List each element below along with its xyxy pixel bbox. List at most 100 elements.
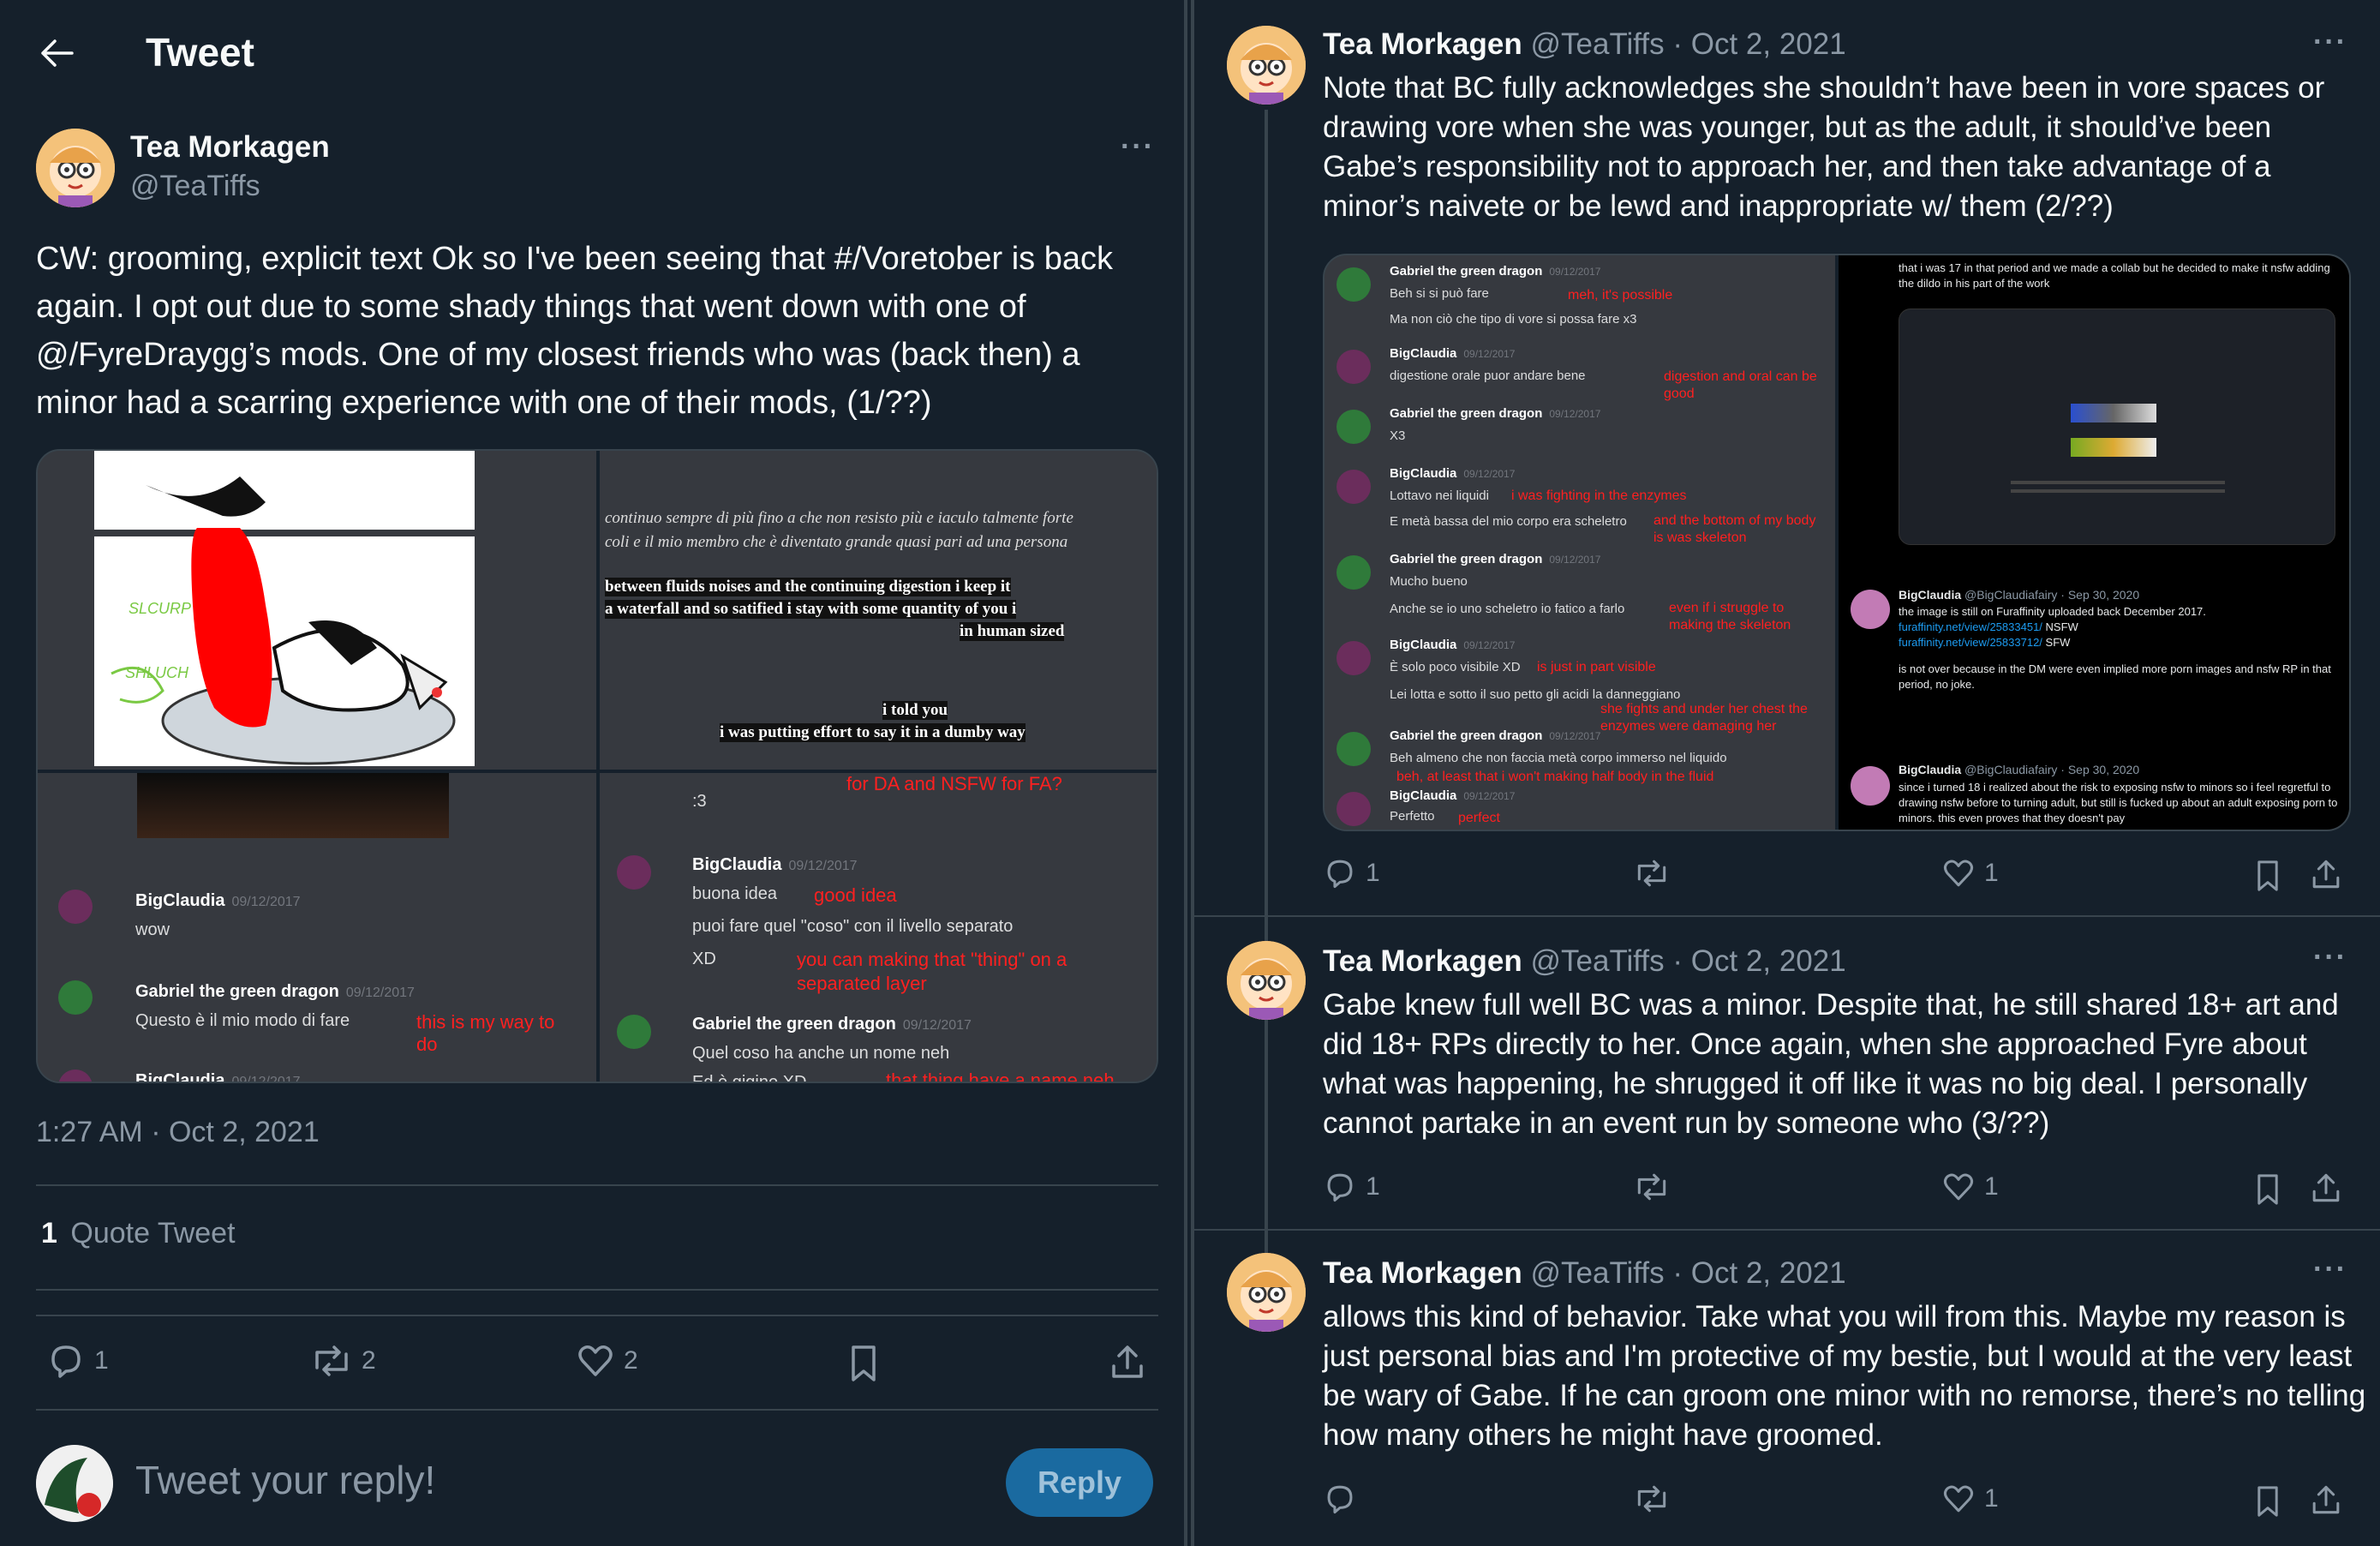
author-name[interactable]: Tea Morkagen: [1323, 1256, 1522, 1290]
divider: [36, 1315, 1158, 1316]
author-name[interactable]: Tea Morkagen: [1323, 944, 1522, 978]
chat-translation: perfect: [1458, 811, 1500, 825]
author-avatar[interactable]: [36, 129, 115, 207]
reply-icon: [1327, 860, 1353, 889]
heart-icon: [1943, 1173, 1974, 1201]
tweet-media-image[interactable]: Gabriel the green dragon 09/12/2017 Beh s…: [1323, 254, 2351, 831]
author-name[interactable]: Tea Morkagen: [130, 130, 330, 165]
caption-line-1: continuo sempre di più fino a che non re…: [605, 509, 1073, 527]
caption-panel: continuo sempre di più fino a che non re…: [600, 451, 1157, 770]
bookmark-icon[interactable]: [846, 1344, 881, 1383]
reply-button[interactable]: 1: [1323, 857, 1380, 890]
tweet-date[interactable]: · Oct 2, 2021: [1672, 27, 1845, 61]
chat-message: buona idea: [692, 884, 777, 903]
bookmark-icon[interactable]: [2253, 859, 2282, 893]
chat-username: Gabriel the green dragon: [1390, 264, 1543, 279]
retweet-icon: [315, 1345, 348, 1376]
chat-translation: for DA and NSFW for FA?: [846, 773, 1062, 794]
reply-icon: [1327, 1485, 1353, 1514]
quote-tweet-count[interactable]: 1 Quote Tweet: [41, 1217, 236, 1250]
author-handle[interactable]: @TeaTiffs: [1530, 944, 1664, 978]
more-options-icon[interactable]: ···: [2313, 26, 2347, 59]
chat-username: Gabriel the green dragon: [1390, 552, 1543, 566]
avatar-face-icon: [1227, 26, 1306, 105]
reply-button-submit[interactable]: Reply: [1006, 1448, 1153, 1517]
author-avatar[interactable]: [1227, 941, 1306, 1020]
chat-message: Anche se io uno scheletro io fatico a fa…: [1390, 602, 1625, 616]
main-tweet-panel: Tweet Tea Morkagen @TeaTiffs ··· CW: gro…: [0, 0, 1187, 1546]
more-options-icon[interactable]: ···: [1121, 130, 1155, 164]
caption-line-6: i told you: [882, 701, 948, 720]
share-icon[interactable]: [2310, 857, 2342, 891]
tweet-timestamp[interactable]: 1:27 AM · Oct 2, 2021: [36, 1116, 320, 1149]
tweet-date[interactable]: · Oct 2, 2021: [1672, 944, 1845, 978]
tweet-media-image[interactable]: SLCURP SHLUCH continuo sempre di più fin…: [36, 449, 1158, 1083]
chat-message: puoi fare quel "coso" con il livello sep…: [692, 917, 1014, 936]
heart-icon: [578, 1345, 613, 1376]
reply-button[interactable]: 1: [1323, 1171, 1380, 1203]
bookmark-icon[interactable]: [2253, 1172, 2282, 1207]
chat-translation: beh, at least that i won't making half b…: [1396, 770, 1714, 784]
embedded-text: the image is still on Furaffinity upload…: [1899, 605, 2206, 618]
heart-icon: [1943, 1485, 1974, 1513]
bookmark-icon[interactable]: [2253, 1484, 2282, 1519]
back-arrow-icon[interactable]: [38, 38, 75, 69]
like-button[interactable]: 2: [576, 1342, 638, 1380]
chat-translation: i was fighting in the enzymes: [1511, 488, 1687, 503]
retweet-button[interactable]: [1633, 1171, 1679, 1203]
thread-panel: Tea Morkagen @TeaTiffs · Oct 2, 2021 ···…: [1191, 0, 2380, 1546]
chat-screenshot: Gabriel the green dragon 09/12/2017 Beh s…: [1325, 255, 1835, 830]
like-button[interactable]: 1: [1941, 1171, 1999, 1203]
divider: [36, 1409, 1158, 1411]
chat-username: BigClaudia: [1390, 466, 1457, 481]
author-name[interactable]: Tea Morkagen: [1323, 27, 1522, 61]
chat-username: BigClaudia: [1390, 346, 1457, 361]
artwork-illustration: SLCURP SHLUCH: [111, 476, 456, 765]
reply-button[interactable]: [1323, 1483, 1366, 1515]
avatar-face-icon: [1227, 941, 1306, 1020]
chat-message: Perfetto: [1390, 809, 1435, 824]
like-button[interactable]: 1: [1941, 1483, 1999, 1515]
chat-username: BigClaudia: [692, 855, 782, 874]
author-avatar[interactable]: [1227, 26, 1306, 105]
embedded-link: furaffinity.net/view/25833712/: [1899, 636, 2042, 649]
chat-message: XD: [692, 950, 716, 968]
embedded-text: is not over because in the DM were even …: [1899, 662, 2331, 691]
tweet-text: CW: grooming, explicit text Ok so I've b…: [36, 241, 1113, 421]
more-options-icon[interactable]: ···: [2313, 941, 2347, 974]
heart-icon: [1943, 860, 1974, 887]
thread-connector: [1265, 110, 1268, 1277]
chat-message: digestione orale puor andare bene: [1390, 369, 1586, 383]
embedded-text: since i turned 18 i realized about the r…: [1899, 781, 2338, 824]
retweet-button[interactable]: [1633, 857, 1679, 890]
share-icon[interactable]: [2310, 1483, 2342, 1517]
like-button[interactable]: 1: [1941, 857, 1999, 890]
retweet-button[interactable]: [1633, 1483, 1679, 1515]
user-avatar[interactable]: [36, 1445, 113, 1522]
retweet-button[interactable]: 2: [310, 1342, 376, 1380]
embedded-handle: @BigClaudiafairy · Sep 30, 2020: [1964, 763, 2140, 776]
chat-message: :3: [692, 792, 707, 811]
avatar-face-icon: [1227, 1253, 1306, 1332]
twitter-screenshot: that i was 17 in that period and we made…: [1839, 255, 2349, 830]
chat-translation: good idea: [814, 884, 897, 906]
share-icon[interactable]: [1109, 1342, 1146, 1381]
author-avatar[interactable]: [1227, 1253, 1306, 1332]
chat-message: Ed è gigino XD: [692, 1073, 807, 1083]
share-icon[interactable]: [2310, 1171, 2342, 1205]
embedded-username: BigClaudia: [1899, 588, 1962, 602]
author-handle[interactable]: @TeaTiffs: [130, 170, 260, 203]
author-handle[interactable]: @TeaTiffs: [1530, 27, 1664, 61]
more-options-icon[interactable]: ···: [2313, 1253, 2347, 1286]
reply-input[interactable]: Tweet your reply!: [135, 1457, 435, 1503]
chat-panel-right: :3 for DA and NSFW for FA? BigClaudia 09/…: [600, 773, 1157, 1083]
tweet-text: allows this kind of behavior. Take what …: [1323, 1300, 2366, 1452]
chat-message: Questo è il mio modo di fare: [135, 1011, 350, 1030]
tweet-date[interactable]: · Oct 2, 2021: [1672, 1256, 1845, 1290]
chat-panel-left: BigClaudia 09/12/2017 wow Gabriel the gre…: [38, 773, 596, 1082]
retweet-icon: [1637, 1173, 1666, 1201]
reply-button[interactable]: 1: [46, 1342, 109, 1380]
chat-translation: is just in part visible: [1537, 660, 1656, 674]
caption-line-5: in human sized: [960, 622, 1065, 641]
author-handle[interactable]: @TeaTiffs: [1530, 1256, 1664, 1290]
